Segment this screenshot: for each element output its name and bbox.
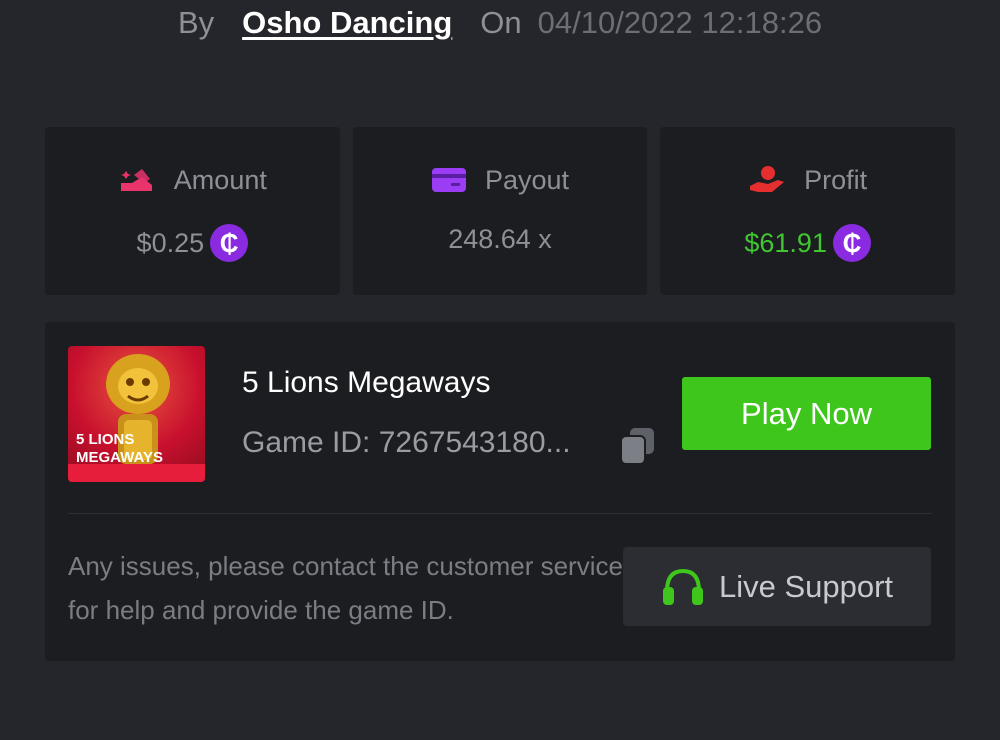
- profit-value-text: $61.91: [744, 227, 827, 258]
- game-thumbnail[interactable]: 5 LIONS MEGAWAYS: [68, 346, 205, 482]
- divider: [68, 513, 932, 514]
- stat-profit-label: Profit: [804, 164, 868, 195]
- stat-profit: Profit $61.91 ₵: [660, 127, 956, 295]
- amount-icon: [120, 169, 152, 191]
- amount-value-text: $0.25: [136, 227, 205, 258]
- thumb-title-line2: MEGAWAYS: [76, 449, 163, 466]
- play-now-button[interactable]: Play Now: [682, 377, 931, 450]
- stat-amount-value: $0.25 ₵: [137, 224, 249, 262]
- live-support-button[interactable]: Live Support: [623, 547, 931, 626]
- stat-profit-value: $61.91 ₵: [744, 224, 871, 262]
- copy-icon[interactable]: [618, 426, 658, 466]
- coin-icon: ₵: [832, 224, 871, 262]
- stat-amount: Amount $0.25 ₵: [45, 127, 340, 295]
- on-label: On: [480, 5, 522, 40]
- card-icon: [431, 168, 466, 192]
- by-label: By: [177, 5, 215, 40]
- bet-byline: By Osho Dancing On 04/10/2022 12:18:26: [0, 0, 1000, 46]
- game-id: Game ID: 7267543180...: [242, 426, 571, 459]
- headset-icon: [662, 568, 703, 605]
- game-title[interactable]: 5 Lions Megaways: [242, 366, 490, 400]
- live-support-label: Live Support: [718, 568, 894, 604]
- bet-stats: Amount $0.25 ₵ Payout 248.64 x Profit $6…: [45, 127, 956, 295]
- coin-icon: ₵: [210, 224, 249, 262]
- stat-payout-header: Payout: [431, 164, 569, 196]
- payout-value-text: 248.64 x: [448, 224, 552, 254]
- stat-payout-label: Payout: [484, 164, 570, 195]
- lion-artwork: 5 LIONS MEGAWAYS: [68, 354, 205, 482]
- stat-payout: Payout 248.64 x: [352, 127, 648, 295]
- stat-amount-label: Amount: [173, 164, 267, 195]
- thumb-title-line1: 5 LIONS: [76, 431, 134, 448]
- game-card: 5 LIONS MEGAWAYS 5 Lions Megaways Game I…: [45, 322, 955, 661]
- stat-profit-header: Profit: [748, 164, 867, 196]
- username-link[interactable]: Osho Dancing: [242, 5, 452, 41]
- hand-profit-icon: [750, 166, 785, 192]
- stat-payout-value: 248.64 x: [448, 224, 552, 255]
- bet-datetime: 04/10/2022 12:18:26: [537, 5, 823, 40]
- stat-amount-header: Amount: [118, 164, 267, 196]
- help-text: Any issues, please contact the customer …: [68, 551, 623, 625]
